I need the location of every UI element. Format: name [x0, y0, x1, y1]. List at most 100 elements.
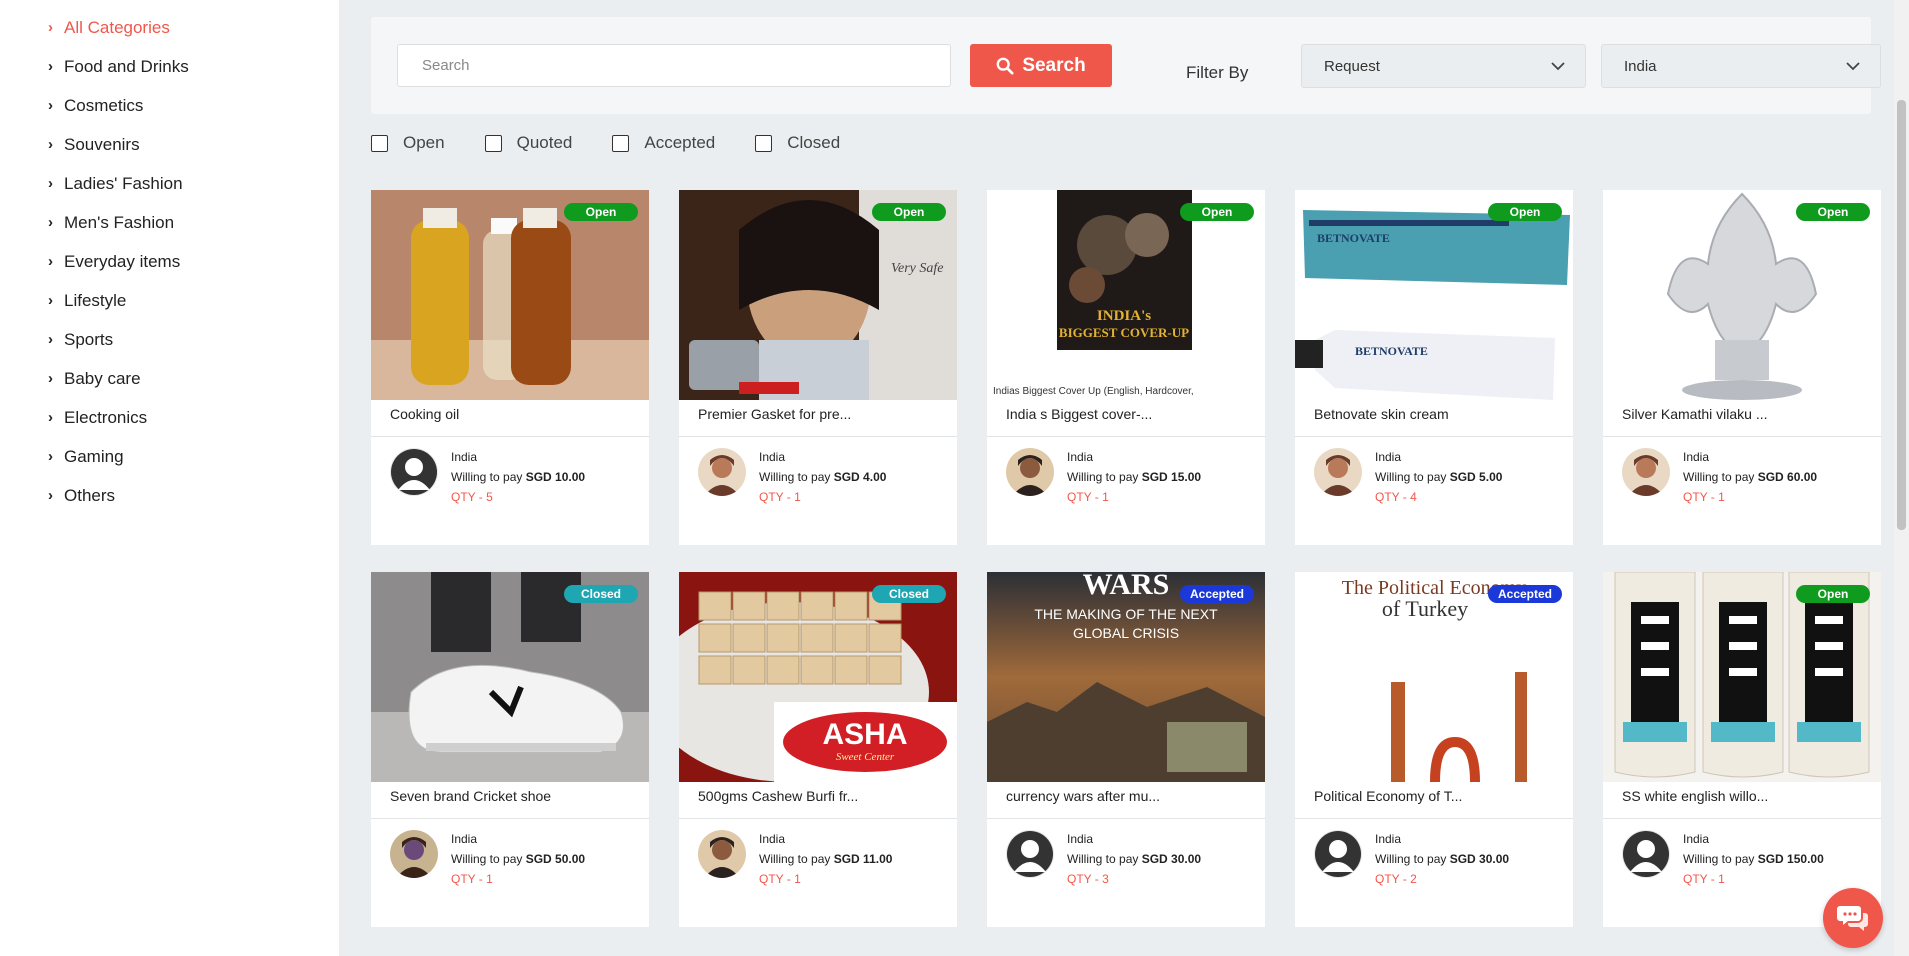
- request-card[interactable]: ASHA Sweet Center Closed 500gms Cashew Bur…: [679, 572, 957, 927]
- card-title[interactable]: India s Biggest cover-...: [1006, 406, 1251, 422]
- quantity-text: QTY - 1: [1683, 490, 1725, 504]
- card-title[interactable]: Seven brand Cricket shoe: [390, 788, 635, 804]
- price-prefix: Willing to pay: [759, 470, 831, 484]
- country-text: India: [759, 832, 786, 846]
- request-card[interactable]: WARS THE MAKING OF THE NEXT GLOBAL CRISI…: [987, 572, 1265, 927]
- status-checkbox[interactable]: Quoted: [484, 133, 572, 153]
- price-text: Willing to pay SGD 60.00: [1683, 470, 1817, 484]
- sidebar-item[interactable]: › All Categories: [48, 8, 189, 47]
- chat-button[interactable]: [1823, 888, 1883, 948]
- sidebar-item-label: Cosmetics: [64, 95, 144, 115]
- search-button[interactable]: Search: [970, 44, 1112, 87]
- status-badge: Closed: [872, 585, 946, 603]
- checkbox-box[interactable]: [484, 134, 502, 152]
- card-title[interactable]: currency wars after mu...: [1006, 788, 1251, 804]
- price-text: Willing to pay SGD 15.00: [1067, 470, 1201, 484]
- status-checkbox[interactable]: Open: [371, 133, 445, 153]
- card-title[interactable]: 500gms Cashew Burfi fr...: [698, 788, 943, 804]
- divider: [371, 818, 649, 819]
- sidebar-item[interactable]: › Sports: [48, 320, 189, 359]
- sidebar-item-label: Lifestyle: [64, 290, 127, 310]
- request-card[interactable]: Open SS white english willo... India Willin…: [1603, 572, 1881, 927]
- product-image-art: [1603, 190, 1881, 400]
- product-image-art: INDIA's BIGGEST COVER-UP Indias Biggest …: [987, 190, 1265, 400]
- sidebar-item[interactable]: › Others: [48, 476, 189, 515]
- product-image[interactable]: ASHA Sweet Center: [679, 572, 957, 782]
- avatar-photo: [1006, 448, 1054, 496]
- avatar-photo: [390, 830, 438, 878]
- sidebar-item[interactable]: › Gaming: [48, 437, 189, 476]
- product-image[interactable]: [371, 572, 649, 782]
- request-card[interactable]: The Political Economy of Turkey Accepted…: [1295, 572, 1573, 927]
- request-card[interactable]: INDIA's BIGGEST COVER-UP Indias Biggest …: [987, 190, 1265, 545]
- quantity-text: QTY - 1: [1067, 490, 1109, 504]
- sidebar-item[interactable]: › Everyday items: [48, 242, 189, 281]
- status-checkbox[interactable]: Accepted: [612, 133, 715, 153]
- sidebar-item[interactable]: › Ladies' Fashion: [48, 164, 189, 203]
- sidebar-item-label: Ladies' Fashion: [64, 173, 183, 193]
- card-title[interactable]: SS white english willo...: [1622, 788, 1867, 804]
- chevron-right-icon: ›: [48, 448, 53, 465]
- checkbox-box[interactable]: [755, 134, 773, 152]
- request-card[interactable]: Open Cooking oil India Willing to pay SGD 1…: [371, 190, 649, 545]
- country-text: India: [451, 450, 478, 464]
- scrollbar[interactable]: [1894, 0, 1909, 956]
- status-checkbox[interactable]: Closed: [755, 133, 840, 153]
- card-title[interactable]: Betnovate skin cream: [1314, 406, 1559, 422]
- book-title-text: INDIA's: [1097, 308, 1151, 324]
- request-card[interactable]: Open Silver Kamathi vilaku ... India Willin…: [1603, 190, 1881, 545]
- country-select[interactable]: India: [1601, 44, 1881, 88]
- request-card[interactable]: Very Safe Open Premier Gasket for pre... In…: [679, 190, 957, 545]
- product-image[interactable]: [1603, 190, 1881, 400]
- sidebar-item[interactable]: › Cosmetics: [48, 86, 189, 125]
- request-card[interactable]: Closed Seven brand Cricket shoe India Willi…: [371, 572, 649, 927]
- price-prefix: Willing to pay: [1375, 470, 1447, 484]
- sidebar-item[interactable]: › Lifestyle: [48, 281, 189, 320]
- price-prefix: Willing to pay: [451, 470, 523, 484]
- image-caption: Indias Biggest Cover Up (English, Hardco…: [993, 386, 1194, 397]
- sidebar-item[interactable]: › Men's Fashion: [48, 203, 189, 242]
- product-image[interactable]: WARS THE MAKING OF THE NEXT GLOBAL CRISI…: [987, 572, 1265, 782]
- product-image[interactable]: BETNOVATE BETNOVATE: [1295, 190, 1573, 400]
- sidebar-item[interactable]: › Souvenirs: [48, 125, 189, 164]
- user-icon: [1314, 830, 1362, 878]
- price-value: SGD 50.00: [525, 852, 586, 866]
- main-content: Search Filter By Request India Open Quote…: [339, 0, 1909, 956]
- chevron-right-icon: ›: [48, 370, 53, 387]
- sidebar-item[interactable]: › Electronics: [48, 398, 189, 437]
- chevron-right-icon: ›: [48, 331, 53, 348]
- request-card[interactable]: BETNOVATE BETNOVATE Open Betnovate skin cr…: [1295, 190, 1573, 545]
- sidebar-item[interactable]: › Baby care: [48, 359, 189, 398]
- avatar-photo: [1314, 448, 1362, 496]
- country-text: India: [1683, 832, 1710, 846]
- tube-text: BETNOVATE: [1355, 344, 1428, 358]
- product-image[interactable]: Very Safe: [679, 190, 957, 400]
- product-image[interactable]: [371, 190, 649, 400]
- product-image[interactable]: The Political Economy of Turkey: [1295, 572, 1573, 782]
- divider: [1295, 436, 1573, 437]
- card-title[interactable]: Political Economy of T...: [1314, 788, 1559, 804]
- quantity-text: QTY - 1: [451, 872, 493, 886]
- product-image-art: [371, 190, 649, 400]
- chevron-right-icon: ›: [48, 214, 53, 231]
- card-title[interactable]: Silver Kamathi vilaku ...: [1622, 406, 1867, 422]
- quantity-text: QTY - 2: [1375, 872, 1417, 886]
- checkbox-box[interactable]: [612, 134, 630, 152]
- search-input[interactable]: [397, 44, 951, 87]
- product-image[interactable]: INDIA's BIGGEST COVER-UP Indias Biggest …: [987, 190, 1265, 400]
- product-image-art: WARS THE MAKING OF THE NEXT GLOBAL CRISI…: [987, 572, 1265, 782]
- avatar: [1006, 448, 1054, 496]
- scrollbar-thumb[interactable]: [1897, 100, 1906, 530]
- card-title[interactable]: Premier Gasket for pre...: [698, 406, 943, 422]
- sidebar-item[interactable]: › Food and Drinks: [48, 47, 189, 86]
- card-title[interactable]: Cooking oil: [390, 406, 635, 422]
- checkbox-box[interactable]: [371, 134, 388, 152]
- product-image-art: [371, 572, 649, 782]
- request-type-value: Request: [1324, 57, 1380, 75]
- price-text: Willing to pay SGD 150.00: [1683, 852, 1824, 866]
- search-button-label: Search: [1022, 54, 1086, 76]
- request-type-select[interactable]: Request: [1301, 44, 1586, 88]
- product-image[interactable]: [1603, 572, 1881, 782]
- product-image-art: [1603, 572, 1881, 782]
- country-value: India: [1624, 57, 1657, 75]
